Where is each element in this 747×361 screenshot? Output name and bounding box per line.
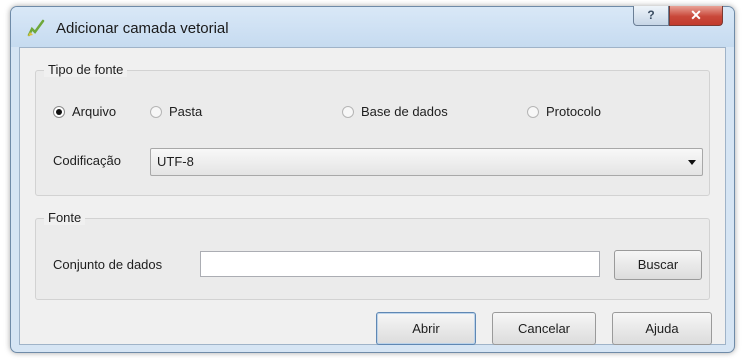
radio-pasta-indicator[interactable] [150, 105, 162, 118]
radio-arquivo-label: Arquivo [72, 104, 117, 119]
dialog-body: Tipo de fonte Arquivo Pasta Base de dado… [19, 47, 726, 345]
qgis-vector-layer-icon [26, 18, 46, 38]
source-title: Fonte [44, 210, 86, 225]
window-title: Adicionar camada vetorial [56, 20, 229, 37]
dialog-window: Adicionar camada vetorial ? ✕ Tipo de fo… [10, 6, 735, 353]
source-type-title: Tipo de fonte [44, 62, 128, 77]
radio-protocolo-indicator[interactable] [527, 105, 539, 118]
radio-base-de-dados-indicator[interactable] [342, 105, 354, 118]
radio-arquivo[interactable]: Arquivo [53, 104, 116, 119]
radio-base-de-dados-label: Base de dados [361, 104, 448, 119]
help-title-button[interactable]: ? [633, 6, 669, 26]
radio-arquivo-indicator[interactable] [53, 105, 65, 118]
dataset-label: Conjunto de dados [53, 257, 163, 272]
encoding-value: UTF-8 [157, 154, 194, 169]
radio-pasta[interactable]: Pasta [150, 104, 202, 119]
cancel-button[interactable]: Cancelar [492, 312, 596, 345]
help-button[interactable]: Ajuda [612, 312, 712, 345]
source-group: Fonte Conjunto de dados Buscar [35, 210, 710, 300]
open-button[interactable]: Abrir [376, 312, 476, 345]
radio-pasta-label: Pasta [169, 104, 203, 119]
source-type-group: Tipo de fonte Arquivo Pasta Base de dado… [35, 62, 710, 196]
close-button[interactable]: ✕ [669, 6, 723, 26]
encoding-label: Codificação [53, 153, 121, 168]
encoding-select[interactable]: UTF-8 [150, 148, 703, 176]
title-bar[interactable]: Adicionar camada vetorial ? ✕ [11, 6, 734, 47]
radio-protocolo-label: Protocolo [546, 104, 601, 119]
radio-base-de-dados[interactable]: Base de dados [342, 104, 448, 119]
dataset-input[interactable] [200, 251, 600, 277]
browse-button[interactable]: Buscar [614, 250, 702, 280]
radio-protocolo[interactable]: Protocolo [527, 104, 601, 119]
chevron-down-icon[interactable] [688, 160, 696, 165]
